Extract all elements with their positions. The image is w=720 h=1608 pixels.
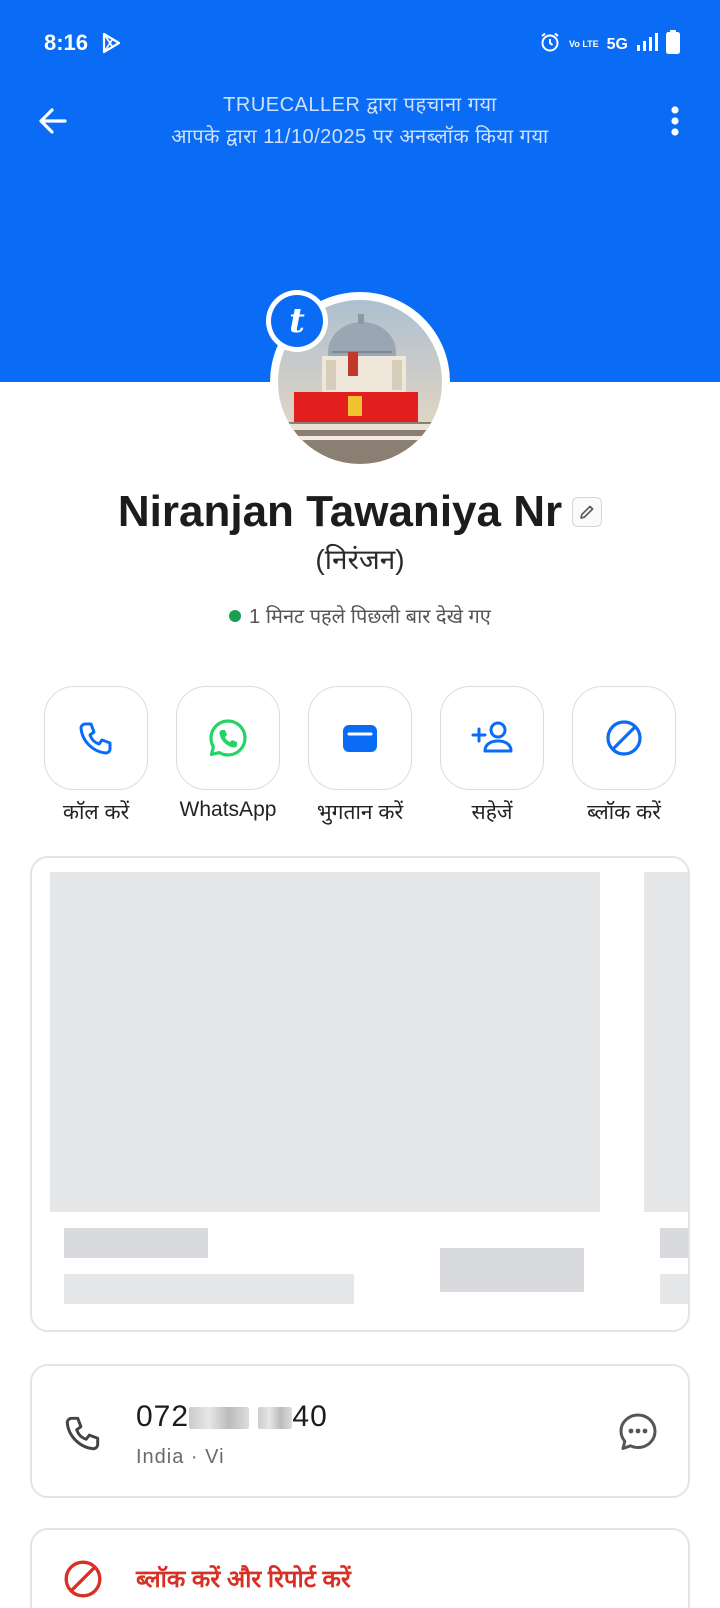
save-contact-button[interactable] bbox=[440, 686, 544, 790]
block-report-label: ब्लॉक करें और रिपोर्ट करें bbox=[136, 1566, 351, 1593]
redacted-digits bbox=[189, 1407, 250, 1430]
skeleton-subtitle bbox=[64, 1274, 354, 1304]
block-button[interactable] bbox=[572, 686, 676, 790]
phone-number: 072 40 bbox=[136, 1400, 328, 1434]
skeleton-title bbox=[64, 1228, 208, 1258]
chat-bubble-icon bbox=[619, 1413, 657, 1450]
pencil-icon bbox=[580, 505, 594, 519]
name-row: Niranjan Tawaniya Nr bbox=[0, 482, 720, 542]
identified-by-text: TRUECALLER द्वारा पहचाना गया bbox=[223, 94, 497, 116]
edit-name-button[interactable] bbox=[572, 497, 603, 527]
call-label: कॉल करें bbox=[62, 801, 130, 824]
truecaller-badge: t bbox=[266, 290, 328, 352]
phone-number-prefix: 072 bbox=[136, 1400, 190, 1433]
loading-carousel-card bbox=[30, 856, 690, 1332]
action-whatsapp[interactable]: WhatsApp bbox=[158, 686, 298, 822]
wallet-icon bbox=[343, 725, 377, 752]
block-icon bbox=[64, 1560, 102, 1598]
unblocked-info-text: आपके द्वारा 11/10/2025 पर अनब्लॉक किया ग… bbox=[171, 126, 549, 148]
status-icons: Vo LTE 5G bbox=[539, 30, 680, 59]
skeleton-image bbox=[50, 872, 600, 1212]
volte-indicator: Vo LTE bbox=[568, 39, 599, 49]
add-person-icon bbox=[471, 721, 513, 753]
play-store-icon bbox=[100, 32, 122, 59]
pay-button[interactable] bbox=[308, 686, 412, 790]
action-row: कॉल करें WhatsApp भुगतान करें सहेजें ब्ल… bbox=[0, 686, 720, 826]
skeleton-image-next bbox=[644, 872, 688, 1212]
phone-icon bbox=[79, 722, 112, 755]
action-block[interactable]: ब्लॉक करें bbox=[554, 686, 694, 826]
online-dot-icon bbox=[229, 609, 242, 622]
block-report-card[interactable]: ब्लॉक करें और रिपोर्ट करें bbox=[30, 1528, 690, 1608]
action-call[interactable]: कॉल करें bbox=[26, 686, 166, 826]
phone-icon bbox=[65, 1416, 100, 1451]
battery-icon bbox=[666, 30, 680, 59]
more-vertical-icon bbox=[671, 106, 679, 136]
redacted-digits bbox=[258, 1407, 293, 1430]
block-icon bbox=[606, 720, 642, 756]
pay-label: भुगतान करें bbox=[316, 801, 404, 824]
contact-name: Niranjan Tawaniya Nr bbox=[117, 487, 563, 536]
signal-icon bbox=[636, 32, 658, 57]
skeleton-subtitle-next bbox=[660, 1274, 688, 1304]
skeleton-title-next bbox=[660, 1228, 688, 1258]
action-pay[interactable]: भुगतान करें bbox=[290, 686, 430, 826]
last-seen-text: 1 मिनट पहले पिछली बार देखे गए bbox=[249, 606, 491, 628]
alarm-icon bbox=[539, 31, 561, 58]
whatsapp-label: WhatsApp bbox=[179, 798, 277, 821]
more-options-button[interactable] bbox=[660, 98, 690, 144]
whatsapp-icon bbox=[209, 719, 247, 757]
phone-number-suffix: 40 bbox=[292, 1400, 328, 1433]
message-button[interactable] bbox=[616, 1410, 660, 1459]
call-button[interactable] bbox=[44, 686, 148, 790]
save-label: सहेजें bbox=[471, 801, 513, 824]
status-bar: 8:16 Vo LTE 5G bbox=[0, 0, 720, 88]
block-label: ब्लॉक करें bbox=[587, 801, 661, 824]
top-bar: TRUECALLER द्वारा पहचाना गया आपके द्वारा… bbox=[0, 88, 720, 152]
skeleton-button bbox=[440, 1248, 584, 1292]
network-type: 5G bbox=[606, 35, 628, 53]
alternate-name: (निरंजन) bbox=[315, 544, 405, 575]
last-seen-status: 1 मिनट पहले पिछली बार देखे गए bbox=[0, 602, 720, 629]
status-time: 8:16 bbox=[44, 30, 89, 55]
action-save[interactable]: सहेजें bbox=[422, 686, 562, 826]
phone-number-card[interactable]: 072 40 India · Vi bbox=[30, 1364, 690, 1498]
phone-carrier: India · Vi bbox=[136, 1446, 225, 1468]
whatsapp-button[interactable] bbox=[176, 686, 280, 790]
truecaller-logo-icon: t bbox=[271, 295, 323, 347]
